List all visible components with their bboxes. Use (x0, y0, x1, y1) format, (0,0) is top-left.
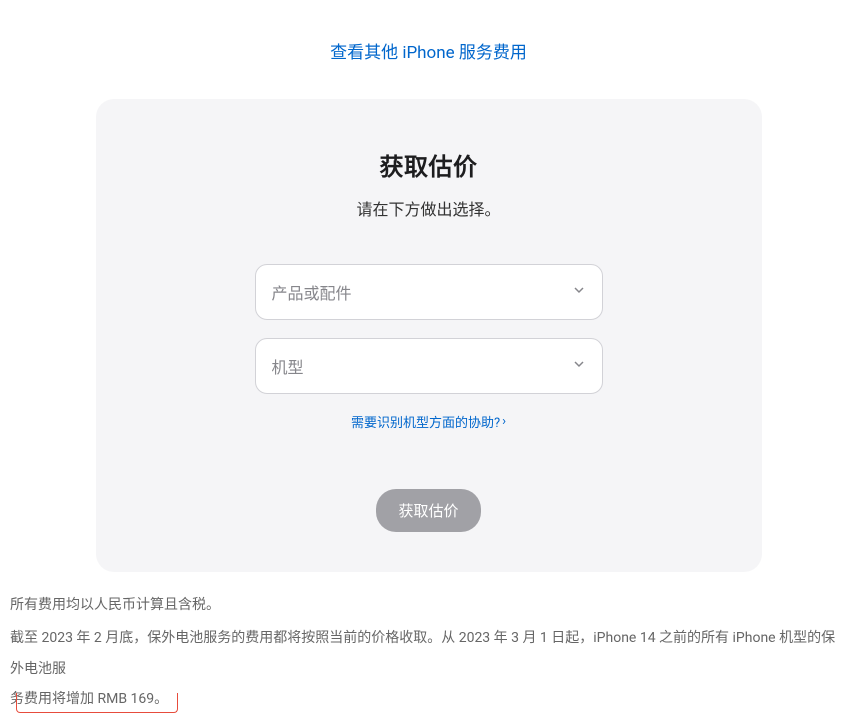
other-services-link[interactable]: 查看其他 iPhone 服务费用 (330, 43, 527, 63)
footer-line-1: 所有费用均以人民币计算且含税。 (10, 590, 847, 621)
product-select[interactable]: 产品或配件 (255, 264, 603, 320)
identify-model-help-link[interactable]: 需要识别机型方面的协助? › (351, 412, 506, 431)
model-select-wrapper: 机型 (255, 338, 603, 394)
product-select-placeholder: 产品或配件 (272, 280, 352, 304)
estimate-card: 获取估价 请在下方做出选择。 产品或配件 机型 需要识别机型方面的协助? › 获… (96, 99, 762, 572)
card-title: 获取估价 (380, 147, 478, 182)
top-link-container: 查看其他 iPhone 服务费用 (0, 38, 857, 63)
footer-disclaimer: 所有费用均以人民币计算且含税。 截至 2023 年 2 月底，保外电池服务的费用… (0, 572, 857, 715)
select-group: 产品或配件 机型 (255, 264, 603, 394)
footer-line-2-part2: 务费用将增加 RMB 169。 (10, 691, 168, 707)
model-select-placeholder: 机型 (272, 354, 304, 378)
footer-line-2: 截至 2023 年 2 月底，保外电池服务的费用都将按照当前的价格收取。从 20… (10, 623, 847, 715)
footer-line-2-part1: 截至 2023 年 2 月底，保外电池服务的费用都将按照当前的价格收取。从 20… (10, 630, 835, 677)
card-subtitle: 请在下方做出选择。 (356, 196, 500, 220)
help-link-label: 需要识别机型方面的协助? (351, 412, 500, 431)
chevron-right-icon: › (502, 414, 506, 429)
get-estimate-button[interactable]: 获取估价 (376, 489, 480, 532)
model-select[interactable]: 机型 (255, 338, 603, 394)
product-select-wrapper: 产品或配件 (255, 264, 603, 320)
